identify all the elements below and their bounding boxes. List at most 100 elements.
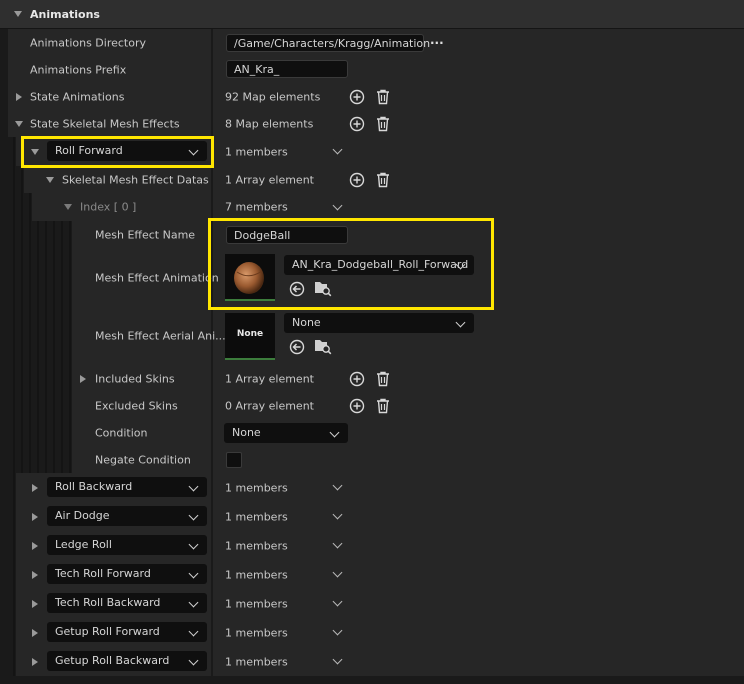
combo-label: Roll Backward xyxy=(55,480,133,493)
map-key-combo[interactable]: Ledge Roll xyxy=(47,535,207,555)
property-label: Excluded Skins xyxy=(95,399,178,412)
expand-arrow-icon[interactable] xyxy=(32,483,38,492)
thumbnail-none-label: None xyxy=(236,329,264,339)
chevron-down-icon xyxy=(188,568,199,579)
property-label: Skeletal Mesh Effect Datas xyxy=(62,173,209,186)
chevron-down-icon xyxy=(188,597,199,608)
expand-arrow-icon[interactable] xyxy=(32,628,38,637)
members-count: 1 members xyxy=(225,145,288,158)
array-index-row: Index [ 0 ] 7 members xyxy=(0,193,744,221)
collapse-arrow-icon[interactable] xyxy=(64,204,72,210)
map-count: 8 Map elements xyxy=(225,117,314,130)
delete-icon[interactable] xyxy=(376,398,390,414)
members-count: 1 members xyxy=(225,568,288,581)
chevron-down-icon xyxy=(329,427,340,438)
map-key-combo[interactable]: Air Dodge xyxy=(47,506,207,526)
section-header-animations[interactable]: Animations xyxy=(0,0,744,29)
combo-label: Getup Roll Backward xyxy=(55,654,170,667)
property-label: Mesh Effect Aerial Ani... xyxy=(95,329,226,343)
prefix-input[interactable]: AN_Kra_ xyxy=(226,60,348,78)
asset-thumbnail-empty[interactable]: None xyxy=(225,313,275,360)
expand-arrow-icon[interactable] xyxy=(32,512,38,521)
members-count: 1 members xyxy=(225,655,288,668)
use-selected-asset-icon[interactable] xyxy=(289,339,305,355)
chevron-down-icon xyxy=(188,539,199,550)
expand-arrow-icon[interactable] xyxy=(16,92,22,101)
chevron-down-icon xyxy=(188,510,199,521)
add-element-icon[interactable] xyxy=(349,116,365,132)
map-key-combo[interactable]: Tech Roll Forward xyxy=(47,564,207,584)
expand-arrow-icon[interactable] xyxy=(32,599,38,608)
combo-label: None xyxy=(232,426,261,439)
members-count: 1 members xyxy=(225,626,288,639)
property-label: Negate Condition xyxy=(95,453,191,466)
expand-arrow-icon[interactable] xyxy=(80,374,86,383)
property-label: Animations Directory xyxy=(30,36,147,49)
collapse-arrow-icon[interactable] xyxy=(15,120,23,127)
members-count: 1 members xyxy=(225,539,288,552)
array-count: 1 Array element xyxy=(225,173,314,186)
map-entry-row: Getup Roll Forward 1 members xyxy=(0,618,744,647)
highlight-roll-forward xyxy=(21,136,214,168)
asset-picker-combo[interactable]: None xyxy=(284,313,474,333)
map-key-combo[interactable]: Tech Roll Backward xyxy=(47,593,207,613)
property-row-state-animations: State Animations 92 Map elements xyxy=(0,83,744,110)
expand-arrow-icon[interactable] xyxy=(32,657,38,666)
members-count: 7 members xyxy=(225,200,288,214)
add-element-icon[interactable] xyxy=(349,398,365,414)
property-row-animations-directory: Animations Directory /Game/Characters/Kr… xyxy=(0,29,744,56)
members-count: 1 members xyxy=(225,597,288,610)
ellipsis-icon[interactable]: ... xyxy=(430,33,444,47)
delete-icon[interactable] xyxy=(376,371,390,387)
property-label: Condition xyxy=(95,426,148,439)
condition-combo[interactable]: None xyxy=(224,423,348,443)
collapse-arrow-icon[interactable] xyxy=(14,11,22,17)
combo-label: Getup Roll Forward xyxy=(55,625,160,638)
directory-input[interactable]: /Game/Characters/Kragg/Animation xyxy=(226,34,430,52)
members-count: 1 members xyxy=(225,481,288,494)
chevron-down-icon xyxy=(455,317,466,328)
asset-name: None xyxy=(292,316,321,329)
property-row-condition: Condition None xyxy=(0,419,744,446)
members-count: 1 members xyxy=(225,510,288,523)
browse-asset-icon[interactable] xyxy=(314,338,332,355)
property-row-mesh-effect-aerial: Mesh Effect Aerial Ani... None None xyxy=(0,307,744,365)
collapse-arrow-icon[interactable] xyxy=(46,176,54,183)
chevron-down-icon xyxy=(188,626,199,637)
combo-label: Tech Roll Forward xyxy=(55,567,151,580)
map-key-combo[interactable]: Getup Roll Backward xyxy=(47,651,207,671)
map-key-combo[interactable]: Roll Backward xyxy=(47,477,207,497)
map-count: 92 Map elements xyxy=(225,90,321,103)
delete-icon[interactable] xyxy=(376,116,390,132)
negate-condition-checkbox[interactable] xyxy=(226,452,242,468)
property-row-included-skins: Included Skins 1 Array element xyxy=(0,365,744,392)
section-title: Animations xyxy=(30,8,100,21)
map-key-combo[interactable]: Getup Roll Forward xyxy=(47,622,207,642)
map-entry-row: Tech Roll Forward 1 members xyxy=(0,560,744,589)
delete-icon[interactable] xyxy=(376,89,390,105)
map-entry-row: Tech Roll Backward 1 members xyxy=(0,589,744,618)
delete-icon[interactable] xyxy=(376,172,390,188)
map-entry-row: Air Dodge 1 members xyxy=(0,502,744,531)
property-row-excluded-skins: Excluded Skins 0 Array element xyxy=(0,392,744,419)
property-label: Included Skins xyxy=(95,372,175,385)
property-row-animations-prefix: Animations Prefix AN_Kra_ xyxy=(0,56,744,83)
combo-label: Tech Roll Backward xyxy=(55,596,161,609)
chevron-down-icon xyxy=(188,655,199,666)
highlight-mesh-effect xyxy=(208,218,494,310)
add-element-icon[interactable] xyxy=(349,89,365,105)
index-label: Index [ 0 ] xyxy=(80,200,137,214)
map-entry-row: Roll Backward 1 members xyxy=(0,473,744,502)
add-element-icon[interactable] xyxy=(349,371,365,387)
expand-arrow-icon[interactable] xyxy=(32,541,38,550)
array-count: 1 Array element xyxy=(225,372,314,385)
property-label: Animations Prefix xyxy=(30,63,127,76)
combo-label: Air Dodge xyxy=(55,509,110,522)
combo-label: Ledge Roll xyxy=(55,538,112,551)
chevron-down-icon xyxy=(188,481,199,492)
add-element-icon[interactable] xyxy=(349,172,365,188)
property-label: State Animations xyxy=(30,90,125,103)
expand-arrow-icon[interactable] xyxy=(32,570,38,579)
property-label: Mesh Effect Name xyxy=(95,228,196,242)
map-entry-row: Getup Roll Backward 1 members xyxy=(0,647,744,676)
